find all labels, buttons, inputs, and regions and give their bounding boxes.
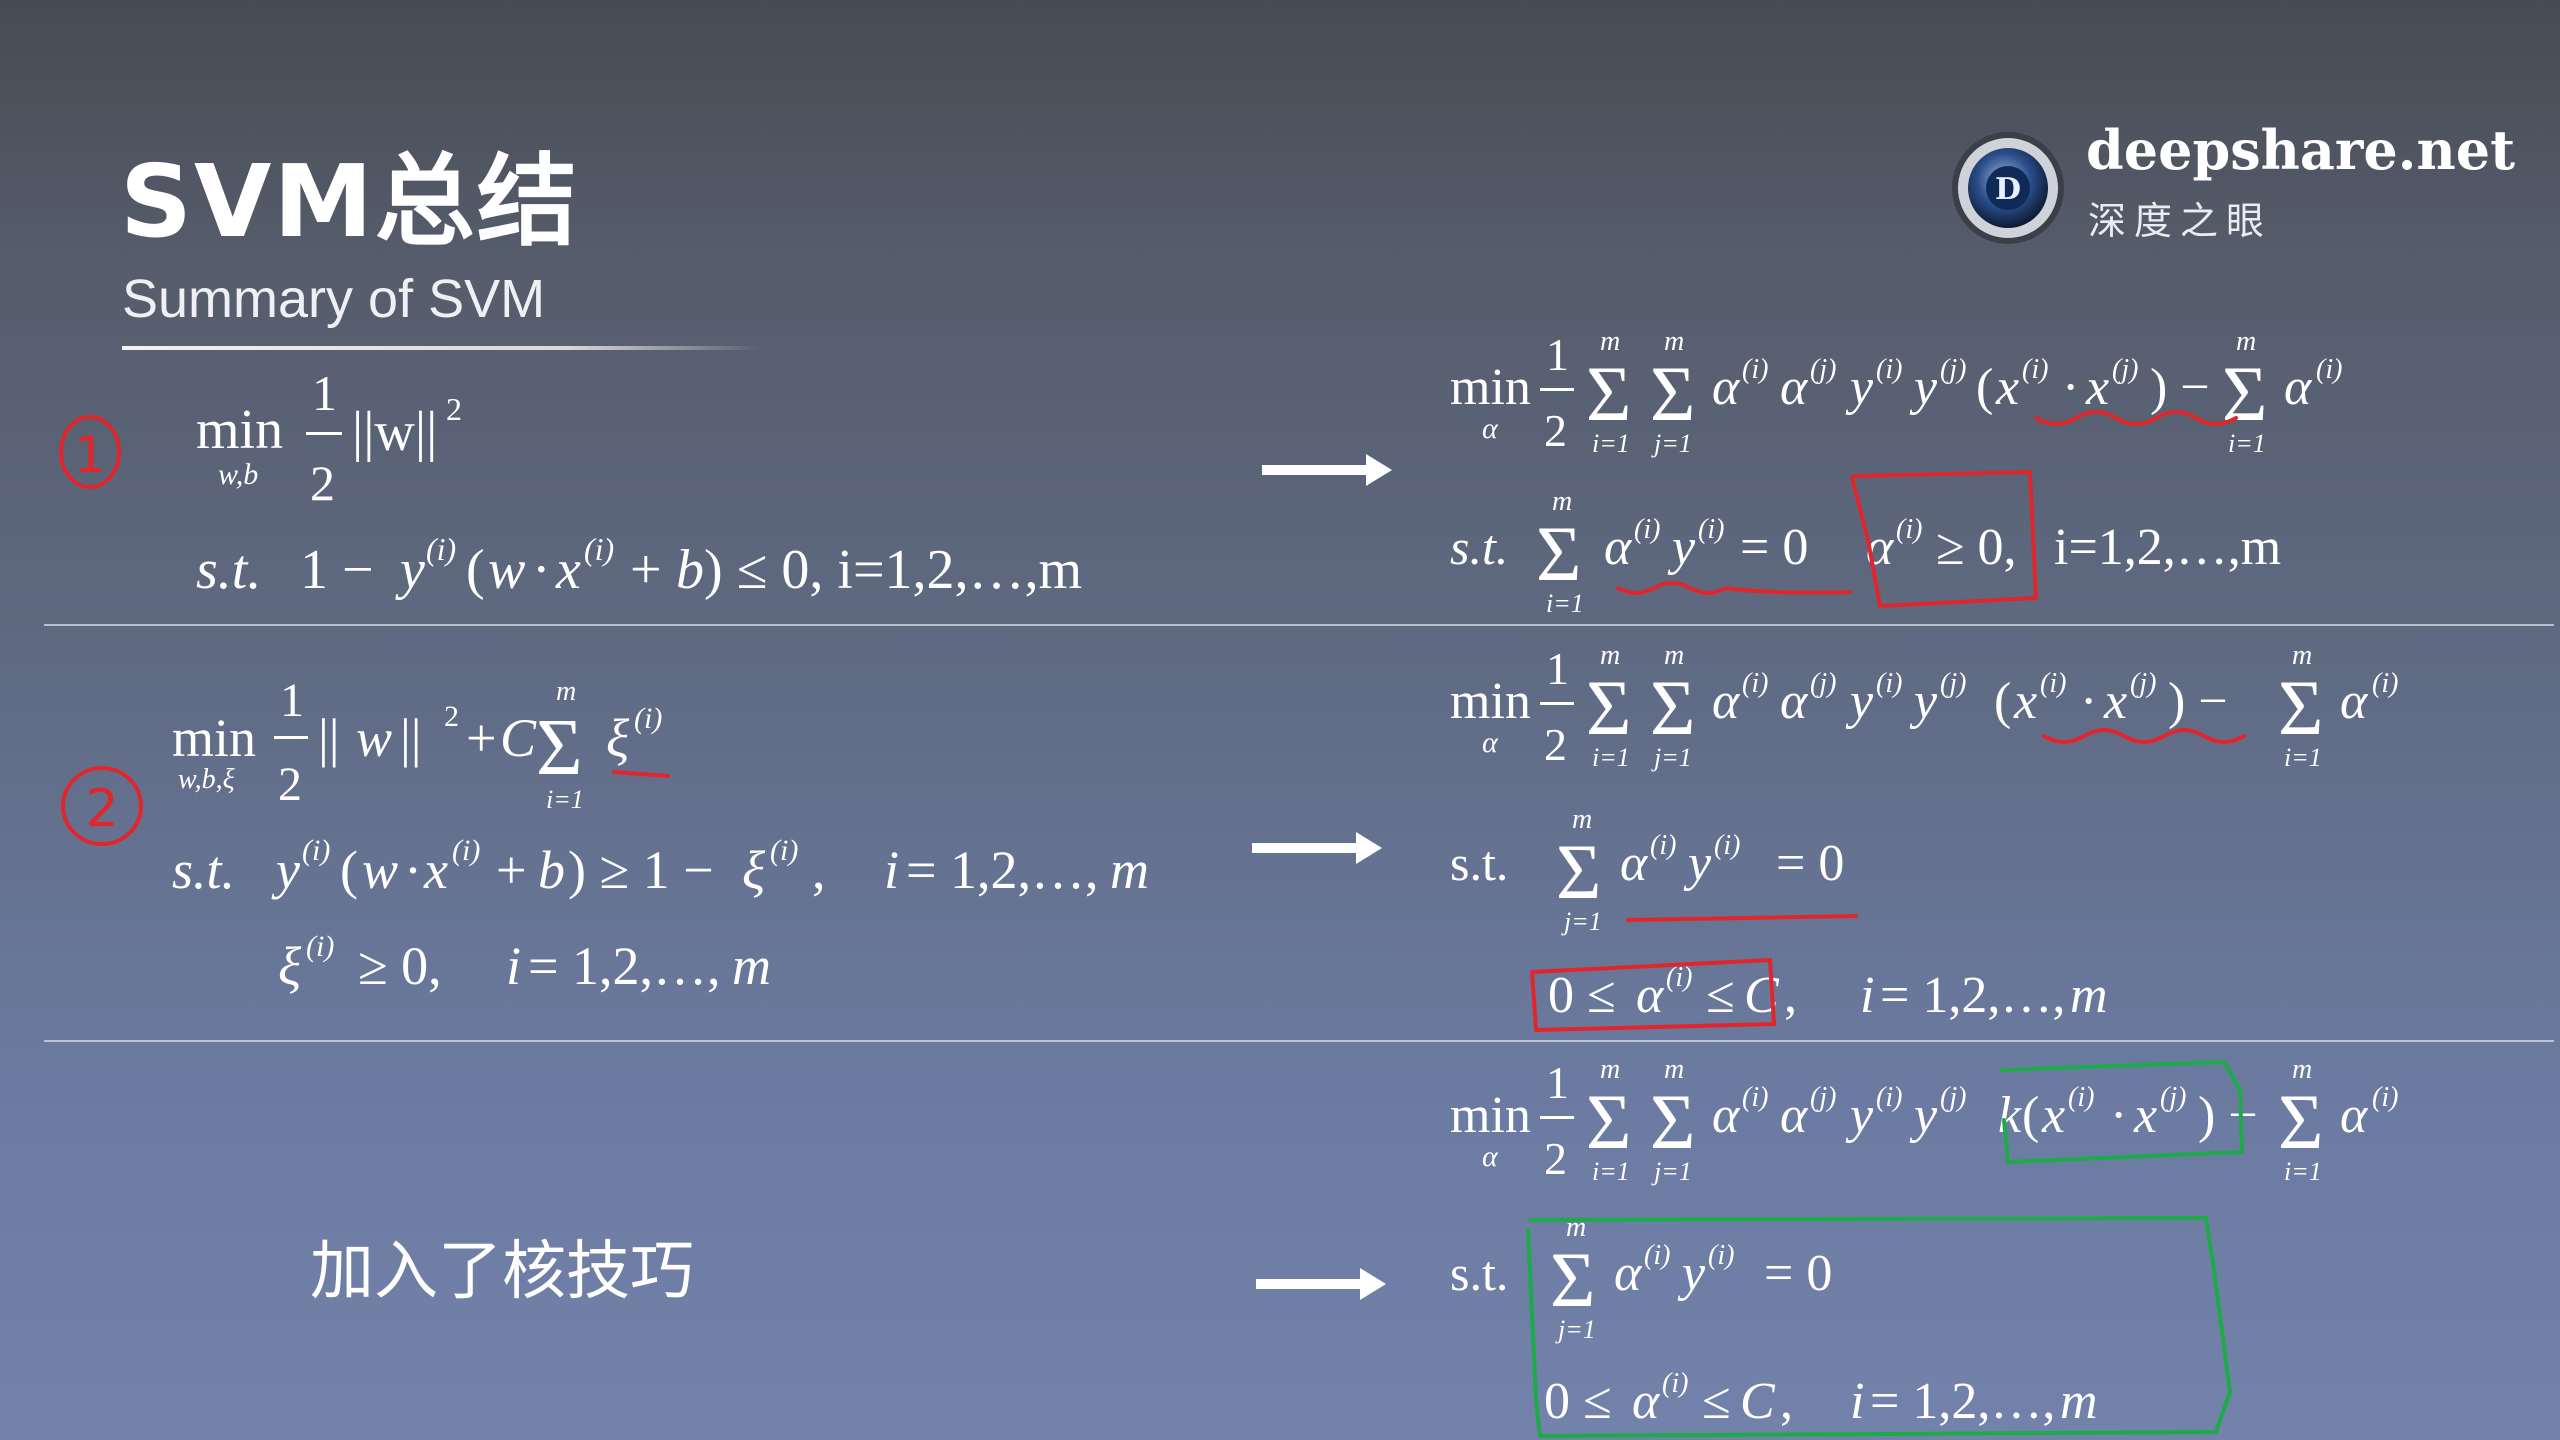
red-box-alpha-le-c bbox=[1530, 958, 1776, 1032]
red-underline-xi-xj-2 bbox=[2042, 728, 2246, 744]
red-underline-xi-xj-1 bbox=[2034, 410, 2238, 426]
red-box-alpha-ge-0 bbox=[1850, 470, 2038, 608]
svg-text:2: 2 bbox=[85, 779, 118, 839]
handwritten-annotations: 1 2 bbox=[59, 410, 2246, 1438]
green-box-kernel bbox=[2000, 1060, 2244, 1164]
red-underline-xi bbox=[612, 770, 670, 778]
svg-text:1: 1 bbox=[74, 426, 106, 484]
circled-number-1: 1 bbox=[59, 415, 121, 489]
green-box-constraints bbox=[1526, 1216, 2232, 1438]
circled-number-2: 2 bbox=[61, 766, 143, 846]
red-underline-alpha-y-2 bbox=[1626, 914, 1858, 922]
red-underline-alpha-y-1 bbox=[1616, 581, 1852, 595]
